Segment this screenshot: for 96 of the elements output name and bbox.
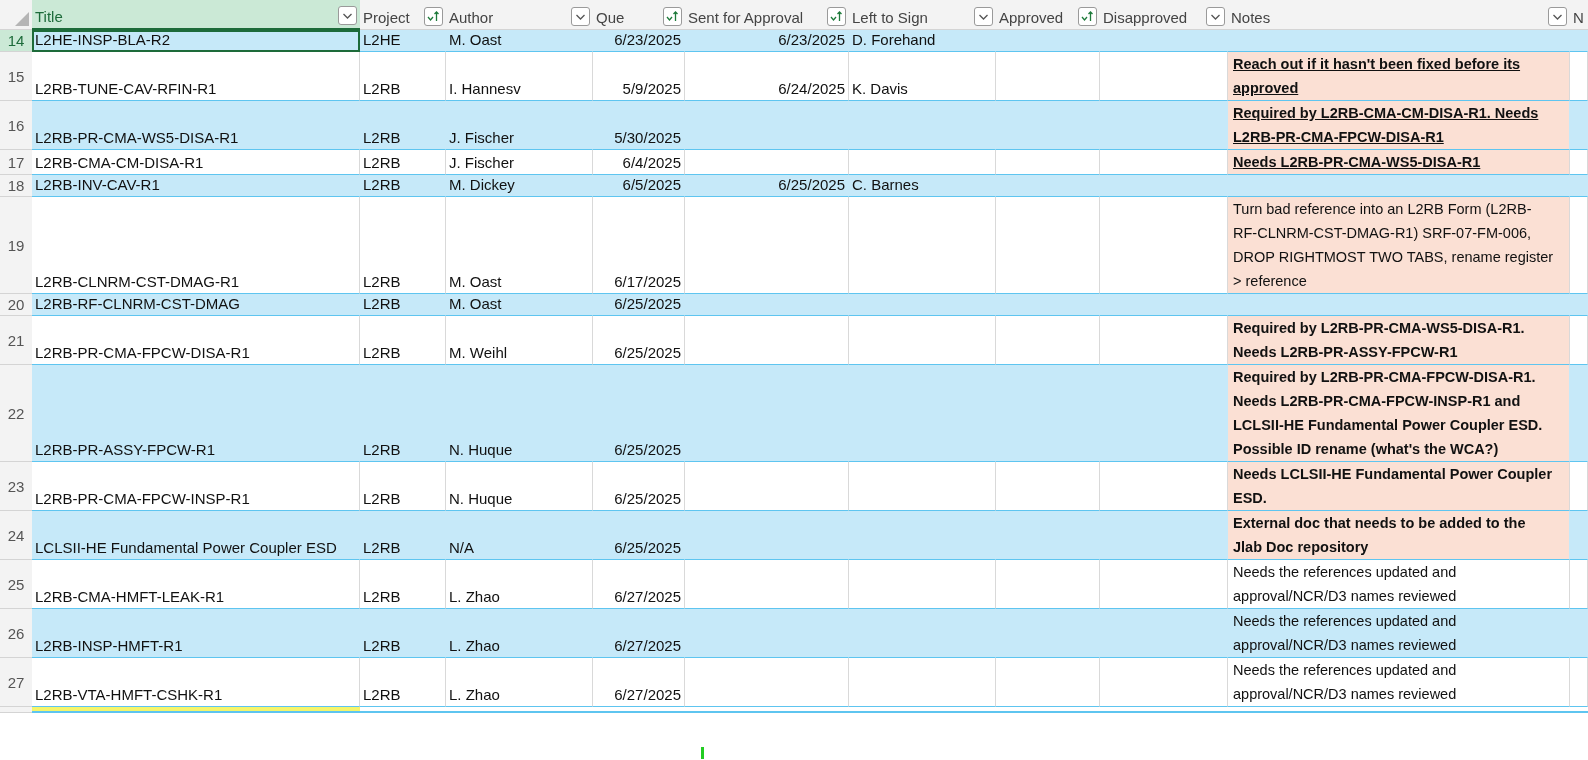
sort-filter-button[interactable] [827, 7, 846, 26]
table-cell: 5/30/2025 [593, 101, 685, 150]
table-cell: N. Huque [446, 365, 593, 462]
column-header[interactable]: Approved [996, 0, 1100, 30]
column-title: Notes [1231, 9, 1271, 26]
table-cell: L2HE-INSP-BLA-R2 [32, 30, 360, 52]
table-cell: L2RB-PR-CMA-WS5-DISA-R1 [32, 101, 360, 150]
row-number[interactable]: 26 [0, 609, 32, 658]
column-header[interactable]: N [1570, 0, 1588, 30]
column-title: Approved [999, 9, 1064, 26]
sort-icon [830, 11, 843, 22]
table-cell [1570, 609, 1588, 658]
table-cell: L2RB [360, 175, 446, 197]
table-cell [1570, 294, 1588, 316]
table-cell: L2RB [360, 294, 446, 316]
notes-cell: Turn bad reference into an L2RB Form (L2RB-RF-CLNRM-CST-DMAG-R1) SRF-07-FM-006, DROP RIGHTMOST TWO TABS, rename register > reference [1228, 197, 1570, 294]
column-title: Disapproved [1103, 9, 1188, 26]
row-number[interactable]: 27 [0, 658, 32, 707]
column-title: N [1573, 9, 1584, 26]
notes-cell: Required by L2RB-PR-CMA-FPCW-DISA-R1. Needs L2RB-PR-CMA-FPCW-INSP-R1 and LCLSII-HE Fundamental Power Coupler ESD. Possible ID rename (what's the WCA?) [1228, 365, 1570, 462]
cursor-mark [701, 747, 704, 759]
column-title: Project [363, 9, 410, 26]
table-cell [1570, 511, 1588, 560]
table-cell: L2RB [360, 511, 446, 560]
table-cell: 6/23/2025 [685, 30, 849, 52]
table-cell: M. Dickey [446, 175, 593, 197]
row-number[interactable]: 23 [0, 462, 32, 511]
row-number[interactable]: 24 [0, 511, 32, 560]
row-number[interactable]: 25 [0, 560, 32, 609]
notes-cell: Reach out if it hasn't been fixed before its approved [1228, 52, 1570, 101]
filter-dropdown-button[interactable] [1206, 7, 1225, 26]
column-title: Author [449, 9, 494, 26]
table-cell: M. Oast [446, 30, 593, 52]
notes-cell: External doc that needs to be added to the Jlab Doc repository [1228, 511, 1570, 560]
row-number[interactable]: 22 [0, 365, 32, 462]
table-cell: 6/25/2025 [593, 511, 685, 560]
table-cell: L2RB-RF-CLNRM-CST-DMAG [32, 294, 360, 316]
filter-dropdown-button[interactable] [1548, 7, 1567, 26]
column-header[interactable]: Sent for Approval [685, 0, 849, 30]
sort-filter-button[interactable] [424, 7, 443, 26]
row-number[interactable]: 18 [0, 175, 32, 197]
table-cell: L. Zhao [446, 609, 593, 658]
table-cell: L2RB-INV-CAV-R1 [32, 175, 360, 197]
table-cell [1570, 175, 1588, 197]
column-header[interactable]: Project [360, 0, 446, 30]
row-number[interactable]: 19 [0, 197, 32, 294]
column-title: Left to Sign [852, 9, 928, 26]
table-cell: C. Barnes [849, 175, 996, 197]
notes-cell: Required by L2RB-PR-CMA-WS5-DISA-R1. Needs L2RB-PR-ASSY-FPCW-R1 [1228, 316, 1570, 365]
table-cell: L2RB [360, 101, 446, 150]
column-header[interactable]: Que [593, 0, 685, 30]
notes-cell: Needs L2RB-PR-CMA-WS5-DISA-R1 [1228, 150, 1570, 175]
sort-icon [1081, 11, 1094, 22]
table-cell: N/A [446, 511, 593, 560]
table-cell: L2RB-INSP-HMFT-R1 [32, 609, 360, 658]
table-cell [1570, 101, 1588, 150]
table-cell: 6/27/2025 [593, 609, 685, 658]
row-number[interactable]: 20 [0, 294, 32, 316]
notes-cell: Required by L2RB-CMA-CM-DISA-R1. Needs L2RB-PR-CMA-FPCW-DISA-R1 [1228, 101, 1570, 150]
table-cell: 6/25/2025 [593, 365, 685, 462]
sort-filter-button[interactable] [1078, 7, 1097, 26]
column-title: Sent for Approval [688, 9, 804, 26]
filter-dropdown-button[interactable] [571, 7, 590, 26]
column-header[interactable]: Notes [1228, 0, 1570, 30]
row-number[interactable]: 14 [0, 30, 32, 52]
column-header[interactable]: Author [446, 0, 593, 30]
row-number[interactable]: 15 [0, 52, 32, 101]
table-cell [1570, 30, 1588, 52]
column-title: Title [35, 8, 63, 25]
table-cell: L2RB [360, 365, 446, 462]
table-cell: L2HE [360, 30, 446, 52]
notes-cell: Needs the references updated and approval/NCR/D3 names reviewed [1228, 609, 1570, 658]
column-header[interactable]: Disapproved [1100, 0, 1228, 30]
table-cell: M. Oast [446, 294, 593, 316]
table-cell: L2RB [360, 609, 446, 658]
column-header[interactable]: Left to Sign [849, 0, 996, 30]
sort-icon [666, 11, 679, 22]
notes-cell: Needs LCLSII-HE Fundamental Power Coupler ESD. [1228, 462, 1570, 511]
table-cell: D. Forehand [849, 30, 996, 52]
column-header[interactable]: Title [32, 0, 360, 30]
row-number[interactable]: 16 [0, 101, 32, 150]
table-cell: J. Fischer [446, 101, 593, 150]
table-cell: 6/5/2025 [593, 175, 685, 197]
row-number[interactable]: 17 [0, 150, 32, 175]
sort-icon [427, 11, 440, 22]
triangle-icon [15, 12, 29, 26]
table-cell: LCLSII-HE Fundamental Power Coupler ESD [32, 511, 360, 560]
sort-filter-button[interactable] [663, 7, 682, 26]
filter-dropdown-button[interactable] [974, 7, 993, 26]
table-cell: 6/25/2025 [593, 294, 685, 316]
table-cell: L2RB-PR-ASSY-FPCW-R1 [32, 365, 360, 462]
table-cell: 6/25/2025 [685, 175, 849, 197]
row-number[interactable]: 21 [0, 316, 32, 365]
table-cell: 6/23/2025 [593, 30, 685, 52]
filter-dropdown-button[interactable] [338, 6, 357, 25]
column-title: Que [596, 9, 625, 26]
